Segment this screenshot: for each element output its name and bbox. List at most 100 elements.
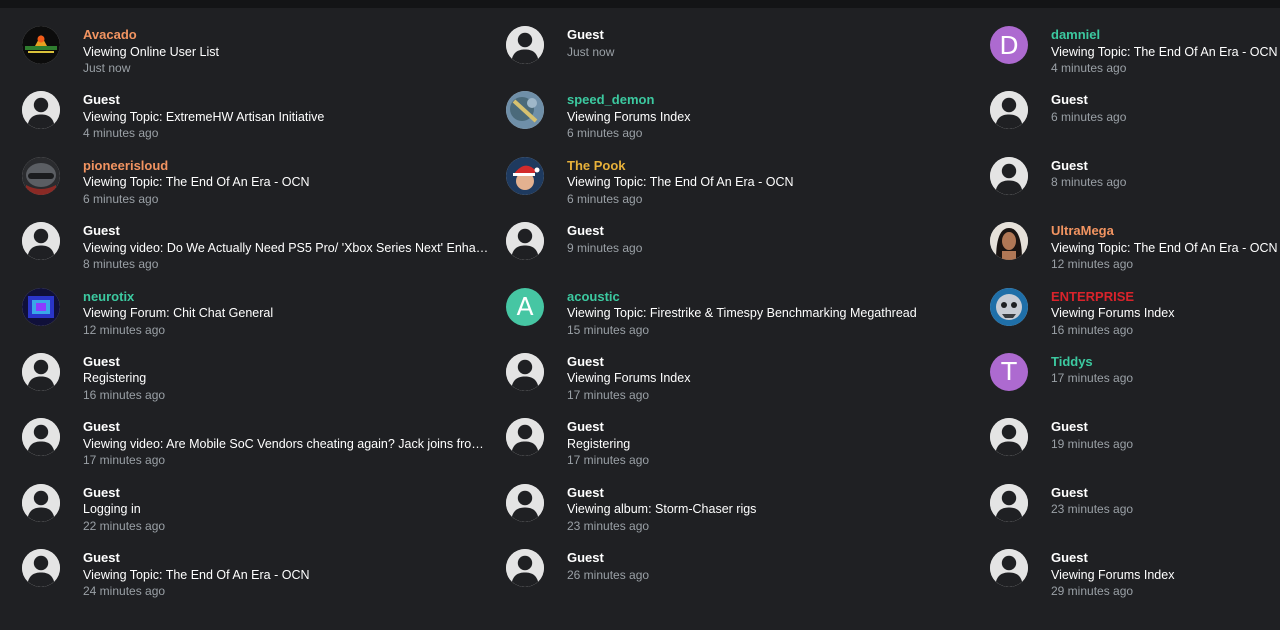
online-user-details: Guest 23 minutes ago: [1051, 485, 1280, 518]
letter-avatar[interactable]: D: [990, 26, 1028, 64]
activity-time: 4 minutes ago: [83, 126, 159, 141]
activity-time: 26 minutes ago: [567, 567, 650, 582]
online-user-row: speed_demon Viewing Forums Index 6 minutes…: [506, 90, 976, 155]
username-link[interactable]: damniel: [1051, 27, 1280, 44]
activity-link[interactable]: Viewing Forums Index: [567, 109, 976, 126]
image-enterprise-avatar[interactable]: [990, 287, 1028, 326]
online-user-row: Guest Viewing video: Are Mobile SoC Vendo…: [22, 417, 492, 482]
activity-link[interactable]: Viewing Topic: The End Of An Era - OCN: [83, 567, 492, 584]
online-user-row: Guest 23 minutes ago: [990, 483, 1280, 548]
activity-time: 9 minutes ago: [567, 240, 643, 255]
online-user-details: Guest 19 minutes ago: [1051, 419, 1280, 452]
online-user-details: damniel Viewing Topic: The End Of An Era …: [1051, 27, 1280, 77]
guest-avatar-icon: [22, 222, 60, 261]
activity-link[interactable]: Viewing Topic: ExtremeHW Artisan Initiat…: [83, 109, 492, 126]
activity-time: 6 minutes ago: [567, 191, 643, 206]
image-speed-demon-avatar[interactable]: [506, 91, 544, 130]
activity-time: 15 minutes ago: [567, 322, 650, 337]
activity-time: Just now: [83, 61, 131, 75]
activity-time: 16 minutes ago: [83, 387, 166, 402]
online-user-details: Guest Viewing video: Do We Actually Need …: [83, 223, 492, 273]
guest-avatar-icon: [506, 352, 544, 391]
image-ultramega-avatar[interactable]: [990, 222, 1028, 261]
online-user-details: Guest 8 minutes ago: [1051, 158, 1280, 191]
online-users-panel: Avacado Viewing Online User List Just now G…: [0, 8, 1280, 630]
guest-name: Guest: [567, 27, 604, 42]
activity-link[interactable]: Viewing Forums Index: [1051, 567, 1280, 584]
activity-link[interactable]: Viewing Forums Index: [567, 370, 976, 387]
image-pioneerisloud-avatar[interactable]: [22, 156, 60, 195]
letter-avatar[interactable]: A: [506, 287, 544, 326]
online-user-details: The Pook Viewing Topic: The End Of An Era…: [567, 158, 976, 208]
activity-time: 6 minutes ago: [83, 191, 159, 206]
username-link[interactable]: UltraMega: [1051, 223, 1280, 240]
activity-time: 16 minutes ago: [1051, 322, 1134, 337]
online-user-row: Guest Viewing Topic: The End Of An Era - …: [22, 548, 492, 613]
guest-name: Guest: [83, 92, 120, 108]
activity-link[interactable]: Viewing video: Are Mobile SoC Vendors ch…: [83, 436, 492, 453]
guest-avatar-icon: [990, 418, 1028, 457]
guest-avatar-icon: [990, 156, 1028, 195]
activity-time: 8 minutes ago: [83, 257, 159, 272]
online-user-details: Guest 26 minutes ago: [567, 550, 976, 583]
guest-avatar-icon: [22, 549, 60, 588]
username-link[interactable]: Avacado: [83, 27, 492, 44]
username-link[interactable]: neurotix: [83, 289, 492, 306]
online-user-details: Guest Viewing Topic: ExtremeHW Artisan In…: [83, 92, 492, 142]
online-user-details: acoustic Viewing Topic: Firestrike & Time…: [567, 289, 976, 339]
username-link[interactable]: speed_demon: [567, 92, 976, 109]
online-user-row: Avacado Viewing Online User List Just now: [22, 25, 492, 90]
activity-time: 29 minutes ago: [1051, 584, 1134, 599]
guest-avatar-icon: [990, 91, 1028, 130]
guest-avatar-icon: [506, 26, 544, 64]
online-user-row: Guest Viewing video: Do We Actually Need …: [22, 221, 492, 286]
guest-avatar-icon: [22, 483, 60, 522]
online-user-row: Ddamniel Viewing Topic: The End Of An Era…: [990, 25, 1280, 90]
username-link[interactable]: Tiddys: [1051, 354, 1280, 371]
activity-link[interactable]: Viewing Forum: Chit Chat General: [83, 305, 492, 322]
activity-link[interactable]: Viewing Forums Index: [1051, 305, 1280, 322]
online-user-details: Avacado Viewing Online User List Just now: [83, 27, 492, 77]
online-user-row: Guest Viewing album: Storm-Chaser rigs 23 …: [506, 483, 976, 548]
activity-link[interactable]: Viewing Topic: The End Of An Era - OCN: [1051, 240, 1280, 257]
activity-link[interactable]: Viewing Topic: The End Of An Era - OCN: [83, 174, 492, 191]
activity-time: 6 minutes ago: [567, 126, 643, 141]
activity-time: 8 minutes ago: [1051, 175, 1127, 190]
activity-link[interactable]: Viewing Topic: Firestrike & Timespy Benc…: [567, 305, 976, 322]
guest-name: Guest: [567, 550, 604, 566]
image-the-pook-avatar[interactable]: [506, 156, 544, 195]
online-user-details: Guest Viewing Forums Index 17 minutes ago: [567, 354, 976, 404]
activity-link[interactable]: Viewing Topic: The End Of An Era - OCN: [1051, 44, 1280, 61]
online-users-column: Guest Just now speed_demon Viewing Forums I…: [506, 25, 976, 614]
online-user-details: Guest Logging in 22 minutes ago: [83, 485, 492, 535]
username-link[interactable]: The Pook: [567, 158, 976, 175]
activity-link[interactable]: Registering: [567, 436, 976, 453]
image-neurotix-avatar[interactable]: [22, 287, 60, 326]
online-user-row: Guest 6 minutes ago: [990, 90, 1280, 155]
guest-name: Guest: [567, 484, 604, 500]
guest-avatar-icon: [506, 549, 544, 588]
username-link[interactable]: acoustic: [567, 289, 976, 306]
activity-link[interactable]: Registering: [83, 370, 492, 387]
activity-link[interactable]: Viewing album: Storm-Chaser rigs: [567, 501, 976, 518]
guest-name: Guest: [83, 353, 120, 369]
activity-time: 12 minutes ago: [83, 322, 166, 337]
online-user-details: neurotix Viewing Forum: Chit Chat General…: [83, 289, 492, 339]
online-user-details: Guest Viewing video: Are Mobile SoC Vendo…: [83, 419, 492, 469]
guest-name: Guest: [83, 419, 120, 435]
username-link[interactable]: pioneerisloud: [83, 158, 492, 175]
online-user-row: Guest 19 minutes ago: [990, 417, 1280, 482]
activity-link[interactable]: Viewing Online User List: [83, 44, 492, 61]
activity-link[interactable]: Logging in: [83, 501, 492, 518]
online-user-details: Tiddys 17 minutes ago: [1051, 354, 1280, 387]
activity-link[interactable]: Viewing video: Do We Actually Need PS5 P…: [83, 240, 492, 257]
online-user-row: neurotix Viewing Forum: Chit Chat General…: [22, 287, 492, 352]
online-user-row: pioneerisloud Viewing Topic: The End Of A…: [22, 156, 492, 221]
image-avacado-avatar[interactable]: [22, 26, 60, 64]
username-link[interactable]: ENTERPRISE: [1051, 289, 1280, 306]
guest-avatar-icon: [506, 418, 544, 457]
online-user-details: Guest Viewing album: Storm-Chaser rigs 23 …: [567, 485, 976, 535]
activity-link[interactable]: Viewing Topic: The End Of An Era - OCN: [567, 174, 976, 191]
letter-avatar[interactable]: T: [990, 352, 1028, 391]
activity-time: 23 minutes ago: [1051, 502, 1134, 517]
